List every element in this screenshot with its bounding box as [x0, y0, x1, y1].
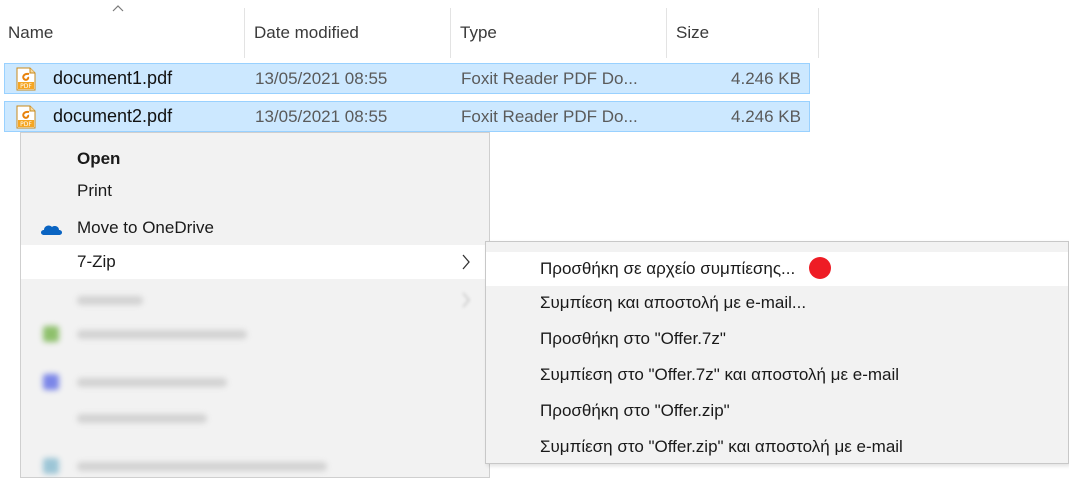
submenu-item-label: Προσθήκη σε αρχείο συμπίεσης...	[540, 259, 796, 278]
column-name[interactable]: Name	[0, 0, 244, 62]
antivirus-icon	[43, 458, 59, 474]
file-row[interactable]: PDF document2.pdf 13/05/2021 08:55 Foxit…	[4, 101, 810, 132]
pdf-file-icon: PDF	[16, 105, 36, 129]
blurred-label	[77, 378, 227, 387]
transfer-icon	[43, 374, 59, 390]
blurred-menu-item[interactable]	[21, 317, 489, 351]
blurred-label	[77, 296, 143, 305]
column-type[interactable]: Type	[452, 0, 666, 62]
file-explorer: Name Date modified Type Size PDF documen…	[0, 0, 1069, 478]
menu-item-open[interactable]: Open	[21, 142, 489, 176]
file-size: 4.246 KB	[731, 107, 801, 126]
notepad-icon	[43, 326, 59, 342]
column-divider[interactable]	[244, 8, 245, 58]
context-menu: Open Print Move to OneDrive 7-Zip	[20, 132, 490, 478]
file-type: Foxit Reader PDF Do...	[461, 69, 638, 88]
menu-item-move-to-onedrive[interactable]: Move to OneDrive	[21, 211, 489, 245]
blurred-menu-item[interactable]	[21, 365, 489, 399]
svg-text:PDF: PDF	[20, 121, 32, 128]
submenu-item-compress-7z-and-email[interactable]: Συμπίεση στο "Offer.7z" και αποστολή με …	[486, 358, 1068, 392]
onedrive-cloud-icon	[41, 225, 62, 235]
blurred-label	[77, 462, 327, 471]
file-type: Foxit Reader PDF Do...	[461, 107, 638, 126]
menu-item-label: Move to OneDrive	[77, 218, 214, 237]
column-date-modified[interactable]: Date modified	[246, 0, 450, 62]
file-name: document2.pdf	[53, 106, 173, 126]
menu-item-print[interactable]: Print	[21, 174, 489, 208]
annotation-dot	[809, 257, 832, 280]
column-divider[interactable]	[818, 8, 819, 58]
blurred-menu-item[interactable]	[21, 283, 489, 317]
seven-zip-submenu: Προσθήκη σε αρχείο συμπίεσης... Συμπίεση…	[485, 241, 1069, 464]
file-date-modified: 13/05/2021 08:55	[255, 107, 388, 126]
submenu-item-add-to-zip[interactable]: Προσθήκη στο "Offer.zip"	[486, 394, 1068, 428]
menu-item-label: 7-Zip	[77, 252, 116, 271]
svg-text:PDF: PDF	[20, 83, 32, 90]
submenu-item-compress-zip-and-email[interactable]: Συμπίεση στο "Offer.zip" και αποστολή με…	[486, 430, 1068, 464]
chevron-right-icon	[462, 292, 470, 308]
file-size: 4.246 KB	[731, 69, 801, 88]
blurred-label	[77, 330, 247, 339]
submenu-item-add-to-7z[interactable]: Προσθήκη στο "Offer.7z"	[486, 322, 1068, 356]
column-size[interactable]: Size	[668, 0, 818, 62]
submenu-item-compress-and-email[interactable]: Συμπίεση και αποστολή με e-mail...	[486, 286, 1068, 320]
blurred-menu-item[interactable]	[21, 449, 489, 478]
file-row[interactable]: PDF document1.pdf 13/05/2021 08:55 Foxit…	[4, 63, 810, 94]
file-name: document1.pdf	[53, 68, 173, 88]
blurred-label	[77, 414, 207, 423]
pdf-file-icon: PDF	[16, 67, 36, 91]
column-header: Name Date modified Type Size	[0, 0, 820, 62]
menu-item-7-zip[interactable]: 7-Zip	[21, 245, 489, 279]
column-divider[interactable]	[450, 8, 451, 58]
blurred-menu-item[interactable]	[21, 401, 489, 435]
chevron-right-icon	[462, 254, 470, 270]
file-date-modified: 13/05/2021 08:55	[255, 69, 388, 88]
submenu-item-add-to-archive[interactable]: Προσθήκη σε αρχείο συμπίεσης...	[486, 252, 1068, 286]
column-divider[interactable]	[666, 8, 667, 58]
